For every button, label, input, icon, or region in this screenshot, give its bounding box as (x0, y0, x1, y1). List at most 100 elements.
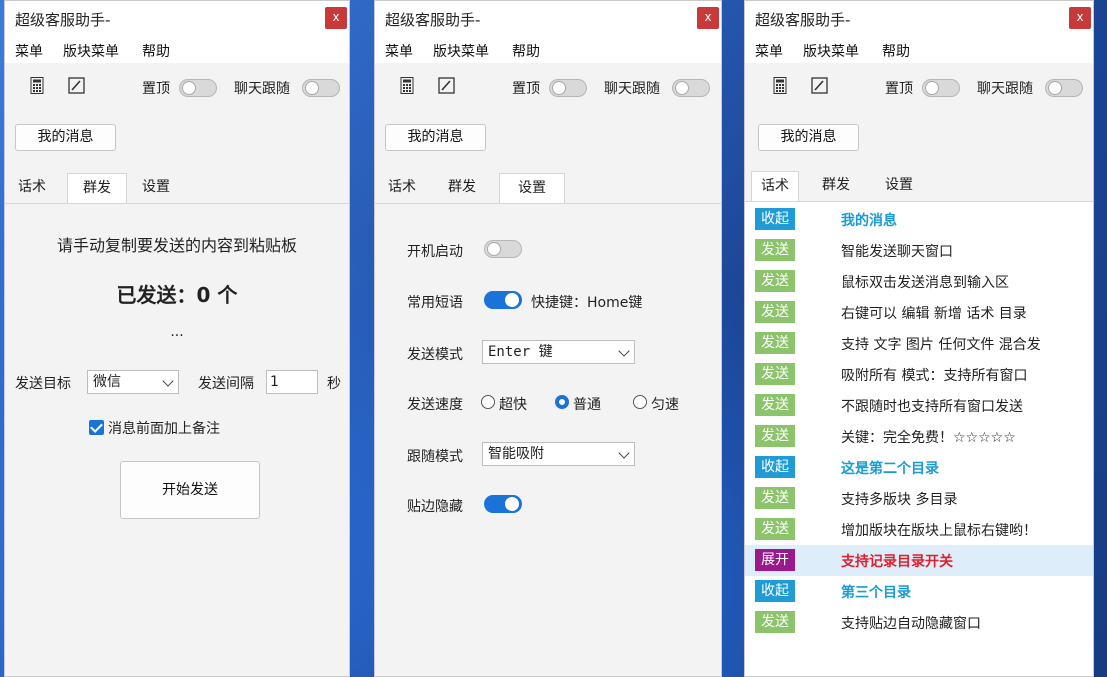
title-bar[interactable]: 超级客服助手- x (375, 1, 721, 37)
tab-strip: 话术 群发 设置 (375, 173, 721, 203)
send-tag-button[interactable]: 发送 (755, 270, 795, 292)
tab-mass-send[interactable]: 群发 (811, 171, 861, 201)
close-button[interactable]: x (325, 7, 347, 29)
pin-top-label: 置顶 (512, 81, 540, 97)
pin-top-toggle[interactable] (549, 79, 587, 97)
send-tag-button[interactable]: 发送 (755, 394, 795, 416)
tab-scripts[interactable]: 话术 (751, 171, 799, 201)
script-text: 关键：完全免费！☆☆☆☆☆ (841, 430, 1016, 446)
start-send-button[interactable]: 开始发送 (120, 461, 260, 519)
tab-settings[interactable]: 设置 (131, 173, 181, 203)
script-row[interactable]: 发送 吸附所有 模式：支持所有窗口 (745, 359, 1093, 390)
script-row[interactable]: 发送 不跟随时也支持所有窗口发送 (745, 390, 1093, 421)
menu-item-help[interactable]: 帮助 (882, 41, 910, 61)
script-category-row[interactable]: 收起 我的消息 (745, 204, 1093, 235)
autostart-toggle[interactable] (484, 240, 522, 258)
menu-item-section-menu[interactable]: 版块菜单 (63, 41, 119, 61)
send-interval-input[interactable]: 1 (266, 370, 318, 394)
close-button[interactable]: x (697, 7, 719, 29)
calculator-icon[interactable] (30, 77, 44, 94)
send-tag-button[interactable]: 发送 (755, 301, 795, 323)
chevron-down-icon (618, 447, 630, 459)
chat-follow-toggle[interactable] (1045, 79, 1083, 97)
app-window-scripts: 超级客服助手- x 菜单 版块菜单 帮助 置顶 聊天跟随 我的消息 话术 群发 … (744, 0, 1094, 677)
follow-mode-label: 跟随模式 (407, 449, 463, 465)
tab-strip: 话术 群发 设置 (745, 171, 1093, 201)
menu-item-section-menu[interactable]: 版块菜单 (433, 41, 489, 61)
title-bar[interactable]: 超级客服助手- x (5, 1, 349, 37)
edit-icon[interactable] (68, 77, 85, 94)
speed-radio-normal[interactable] (555, 395, 569, 409)
chat-follow-label: 聊天跟随 (234, 81, 290, 97)
pin-top-toggle[interactable] (922, 79, 960, 97)
send-tag-button[interactable]: 发送 (755, 518, 795, 540)
my-messages-button[interactable]: 我的消息 (15, 124, 116, 151)
note-prefix-checkbox[interactable] (89, 420, 104, 435)
script-row[interactable]: 发送 鼠标双击发送消息到输入区 (745, 266, 1093, 297)
script-row[interactable]: 发送 增加版块在版块上鼠标右键哟！ (745, 514, 1093, 545)
script-row[interactable]: 发送 关键：完全免费！☆☆☆☆☆ (745, 421, 1093, 452)
toolbar: 置顶 聊天跟随 (745, 63, 1093, 109)
tab-settings[interactable]: 设置 (871, 171, 927, 201)
script-row[interactable]: 发送 支持 文字 图片 任何文件 混合发 (745, 328, 1093, 359)
pin-top-label: 置顶 (885, 81, 913, 97)
tab-mass-send[interactable]: 群发 (437, 173, 487, 203)
tab-mass-send[interactable]: 群发 (67, 173, 127, 203)
send-tag-button[interactable]: 发送 (755, 363, 795, 385)
tab-scripts[interactable]: 话术 (381, 173, 423, 203)
follow-mode-value: 智能吸附 (488, 446, 544, 462)
menu-item-section-menu[interactable]: 版块菜单 (803, 41, 859, 61)
collapse-tag-button[interactable]: 收起 (755, 580, 795, 602)
edit-icon[interactable] (811, 77, 828, 94)
edge-hide-toggle[interactable] (484, 495, 522, 513)
my-messages-button[interactable]: 我的消息 (758, 124, 859, 151)
speed-radio-even[interactable] (633, 395, 647, 409)
window-title: 超级客服助手- (385, 11, 481, 29)
send-tag-button[interactable]: 发送 (755, 611, 795, 633)
title-bar[interactable]: 超级客服助手- x (745, 1, 1093, 37)
my-messages-button[interactable]: 我的消息 (385, 124, 486, 151)
script-text: 右键可以 编辑 新增 话术 目录 (841, 306, 1027, 322)
script-category-row[interactable]: 展开 支持记录目录开关 (745, 545, 1093, 576)
calculator-icon[interactable] (400, 77, 414, 94)
tab-scripts[interactable]: 话术 (11, 173, 53, 203)
progress-ellipsis: ... (170, 324, 184, 340)
phrases-toggle[interactable] (484, 291, 522, 309)
menu-item-menu[interactable]: 菜单 (755, 41, 783, 61)
chat-follow-toggle[interactable] (302, 79, 340, 97)
send-tag-button[interactable]: 发送 (755, 487, 795, 509)
send-mode-select[interactable]: Enter 键 (482, 340, 635, 364)
script-row[interactable]: 发送 支持多版块 多目录 (745, 483, 1093, 514)
tab-settings[interactable]: 设置 (499, 173, 565, 203)
script-category-row[interactable]: 收起 这是第二个目录 (745, 452, 1093, 483)
script-row[interactable]: 发送 右键可以 编辑 新增 话术 目录 (745, 297, 1093, 328)
script-row[interactable]: 发送 智能发送聊天窗口 (745, 235, 1093, 266)
close-button[interactable]: x (1069, 7, 1091, 29)
menu-item-menu[interactable]: 菜单 (385, 41, 413, 61)
follow-mode-select[interactable]: 智能吸附 (482, 442, 635, 466)
collapse-tag-button[interactable]: 收起 (755, 456, 795, 478)
speed-radio-fast[interactable] (481, 395, 495, 409)
chat-follow-label: 聊天跟随 (977, 81, 1033, 97)
calculator-icon[interactable] (773, 77, 787, 94)
expand-tag-button[interactable]: 展开 (755, 549, 795, 571)
send-tag-button[interactable]: 发送 (755, 239, 795, 261)
menu-item-help[interactable]: 帮助 (142, 41, 170, 61)
collapse-tag-button[interactable]: 收起 (755, 208, 795, 230)
send-target-select[interactable]: 微信 (87, 370, 179, 394)
sent-count: 已发送：0 个 (116, 283, 238, 307)
menu-item-help[interactable]: 帮助 (512, 41, 540, 61)
pin-top-toggle[interactable] (179, 79, 217, 97)
window-title: 超级客服助手- (15, 11, 111, 29)
script-category-row[interactable]: 收起 第三个目录 (745, 576, 1093, 607)
send-target-label: 发送目标 (15, 376, 71, 392)
scripts-list: 收起 我的消息 发送 智能发送聊天窗口 发送 鼠标双击发送消息到输入区 发送 右键可以 编辑 … (745, 201, 1093, 676)
script-row[interactable]: 发送 支持贴边自动隐藏窗口 (745, 607, 1093, 638)
send-tag-button[interactable]: 发送 (755, 332, 795, 354)
mass-send-pane: 请手动复制要发送的内容到粘贴板 已发送：0 个 ... 发送目标 微信 发送间隔… (5, 203, 349, 676)
menu-item-menu[interactable]: 菜单 (15, 41, 43, 61)
toolbar: 置顶 聊天跟随 (5, 63, 349, 109)
edit-icon[interactable] (438, 77, 455, 94)
send-tag-button[interactable]: 发送 (755, 425, 795, 447)
chat-follow-toggle[interactable] (672, 79, 710, 97)
